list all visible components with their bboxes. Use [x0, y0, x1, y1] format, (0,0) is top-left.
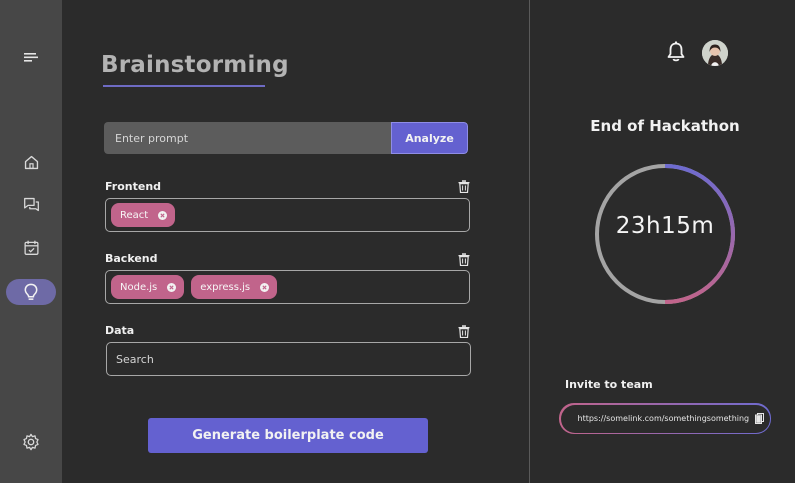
- gear-icon: [23, 433, 39, 451]
- main-panel: Brainstorming Analyze Frontend React Bac…: [62, 0, 529, 483]
- trash-icon[interactable]: [458, 180, 470, 193]
- menu-button[interactable]: [0, 42, 62, 72]
- invite-label: Invite to team: [565, 378, 653, 391]
- chip-nodejs: Node.js: [111, 275, 185, 299]
- countdown-value: 23h15m: [615, 213, 715, 239]
- lightbulb-icon: [24, 283, 38, 300]
- chip-label: express.js: [200, 281, 251, 293]
- frontend-chip-box[interactable]: React: [105, 198, 470, 232]
- chip-label: Node.js: [120, 281, 158, 293]
- page-title: Brainstorming: [101, 52, 289, 78]
- analyze-button[interactable]: Analyze: [391, 122, 468, 154]
- sidebar-item-calendar[interactable]: [0, 232, 62, 262]
- sidebar-item-settings[interactable]: [0, 427, 62, 457]
- data-label: Data: [105, 324, 135, 337]
- avatar[interactable]: [702, 40, 728, 66]
- chip-label: React: [120, 209, 149, 221]
- data-search-input[interactable]: [106, 342, 471, 376]
- user-avatar-icon: [702, 40, 728, 66]
- prompt-input[interactable]: [104, 122, 391, 154]
- copy-icon[interactable]: [755, 413, 765, 424]
- chip-remove-icon[interactable]: [158, 210, 168, 220]
- prompt-bar: Analyze: [104, 122, 468, 154]
- chip-remove-icon[interactable]: [167, 282, 177, 292]
- bell-icon[interactable]: [666, 41, 686, 63]
- hamburger-menu-icon: [24, 53, 38, 62]
- frontend-label: Frontend: [105, 180, 162, 193]
- right-panel: End of Hackathon 23h15m Invite to team h…: [530, 0, 795, 483]
- invite-link-box[interactable]: https://somelink.com/somethingsomething: [559, 403, 771, 434]
- chat-icon: [23, 197, 39, 211]
- chip-expressjs: express.js: [191, 275, 278, 299]
- title-underline: [103, 85, 265, 87]
- trash-icon[interactable]: [458, 325, 470, 338]
- chip-remove-icon[interactable]: [260, 282, 270, 292]
- backend-label: Backend: [105, 252, 158, 265]
- invite-link-text: https://somelink.com/somethingsomething: [577, 414, 750, 423]
- sidebar-item-messages[interactable]: [0, 189, 62, 219]
- countdown-title: End of Hackathon: [590, 117, 740, 135]
- sidebar-item-home[interactable]: [0, 147, 62, 177]
- generate-boilerplate-button[interactable]: Generate boilerplate code: [148, 418, 428, 453]
- backend-chip-box[interactable]: Node.js express.js: [105, 270, 470, 304]
- calendar-icon: [23, 240, 39, 255]
- chip-react: React: [111, 203, 176, 227]
- sidebar-item-brainstorm[interactable]: [6, 279, 56, 305]
- trash-icon[interactable]: [458, 253, 470, 266]
- sidebar: [0, 0, 62, 483]
- home-icon: [24, 155, 38, 169]
